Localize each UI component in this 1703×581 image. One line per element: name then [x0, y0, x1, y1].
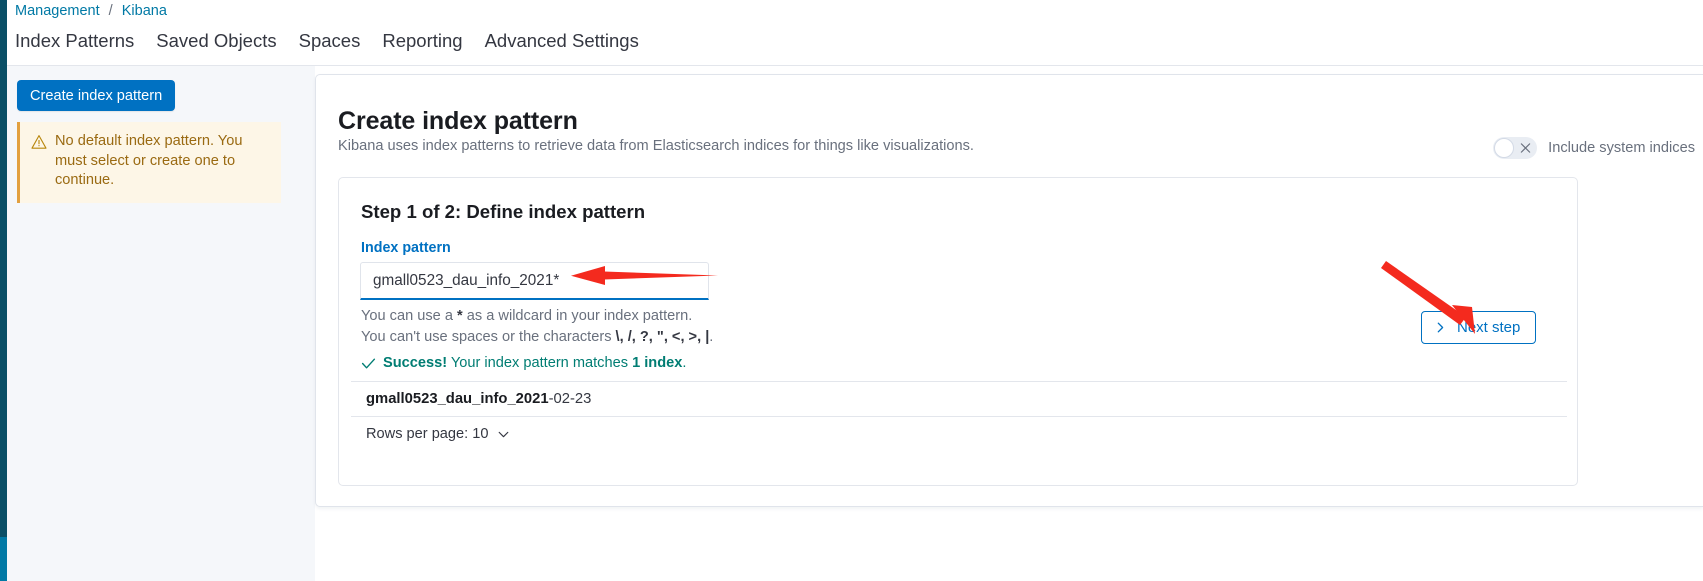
rows-per-page-label: Rows per page: 10	[366, 426, 489, 442]
no-default-index-pattern-callout: No default index pattern. You must selec…	[17, 122, 281, 203]
index-pattern-label: Index pattern	[361, 240, 451, 256]
index-pattern-input[interactable]	[360, 262, 709, 300]
help-line2-post: .	[709, 328, 714, 345]
tab-saved-objects[interactable]: Saved Objects	[156, 30, 276, 54]
page-header: Management / Kibana Index Patterns Saved…	[7, 0, 1703, 66]
create-index-pattern-button[interactable]: Create index pattern	[17, 80, 176, 111]
help-line1-pre: You can use a	[361, 308, 458, 324]
check-icon	[361, 358, 376, 368]
help-line1-post: as a wildcard in your index pattern.	[462, 308, 693, 324]
include-system-indices-label: Include system indices	[1548, 140, 1695, 156]
help-line-wildcard: You can use a * as a wildcard in your in…	[361, 306, 713, 327]
index-pattern-help: You can use a * as a wildcard in your in…	[361, 306, 713, 347]
rail-segment-light	[0, 537, 7, 581]
next-step-button[interactable]: Next step	[1421, 311, 1537, 344]
toggle-knob	[1494, 138, 1515, 158]
match-success-message: Success! Your index pattern matches 1 in…	[361, 355, 686, 371]
success-count: 1 index	[632, 355, 683, 371]
help-line2-pre: You can't use spaces or the characters	[361, 328, 616, 345]
page-title: Create index pattern	[338, 107, 578, 135]
app-root: Management / Kibana Index Patterns Saved…	[0, 0, 1703, 581]
help-line-invalid-chars: You can't use spaces or the characters \…	[361, 327, 713, 348]
warning-triangle-icon	[31, 135, 47, 149]
index-name-matched-part: gmall0523_dau_info_2021	[366, 391, 549, 407]
breadcrumb: Management / Kibana	[15, 3, 167, 19]
rail-segment-dark	[0, 0, 7, 537]
tab-spaces[interactable]: Spaces	[299, 30, 361, 54]
cross-icon	[1520, 143, 1531, 153]
breadcrumb-item-kibana[interactable]: Kibana	[122, 3, 167, 19]
success-strong: Success!	[383, 355, 448, 371]
main-panel: Create index pattern Kibana uses index p…	[315, 74, 1703, 507]
tab-advanced-settings[interactable]: Advanced Settings	[485, 30, 639, 54]
chevron-down-icon	[498, 431, 508, 437]
success-tail: .	[682, 355, 687, 371]
breadcrumb-item-management[interactable]: Management	[15, 3, 100, 19]
include-system-indices-toggle[interactable]	[1493, 137, 1538, 159]
matching-indices-table: gmall0523_dau_info_2021 -02-23	[351, 381, 1567, 417]
no-default-index-pattern-text: No default index pattern. You must selec…	[55, 133, 243, 188]
step-card: Step 1 of 2: Define index pattern Index …	[338, 177, 1578, 486]
chevron-right-icon	[1437, 322, 1444, 333]
index-name-suffix: -02-23	[548, 391, 592, 407]
next-step-label: Next step	[1457, 319, 1521, 336]
tab-reporting[interactable]: Reporting	[382, 30, 462, 54]
tab-index-patterns[interactable]: Index Patterns	[15, 30, 134, 54]
help-line2-chars: \, /, ?, ", <, >, |	[615, 328, 710, 345]
left-accent-rail	[0, 0, 7, 581]
breadcrumb-separator: /	[108, 3, 113, 19]
table-row: gmall0523_dau_info_2021 -02-23	[351, 382, 1567, 417]
sidebar: Create index pattern No default index pa…	[7, 66, 315, 581]
page-subtitle: Kibana uses index patterns to retrieve d…	[338, 138, 974, 154]
management-tabs: Index Patterns Saved Objects Spaces Repo…	[15, 30, 639, 54]
rows-per-page-selector[interactable]: Rows per page: 10	[366, 426, 510, 442]
success-middle: Your index pattern matches	[447, 355, 633, 371]
match-success-text: Success! Your index pattern matches 1 in…	[383, 355, 686, 371]
include-system-indices-control: Include system indices	[1493, 137, 1695, 159]
step-title: Step 1 of 2: Define index pattern	[361, 201, 646, 222]
